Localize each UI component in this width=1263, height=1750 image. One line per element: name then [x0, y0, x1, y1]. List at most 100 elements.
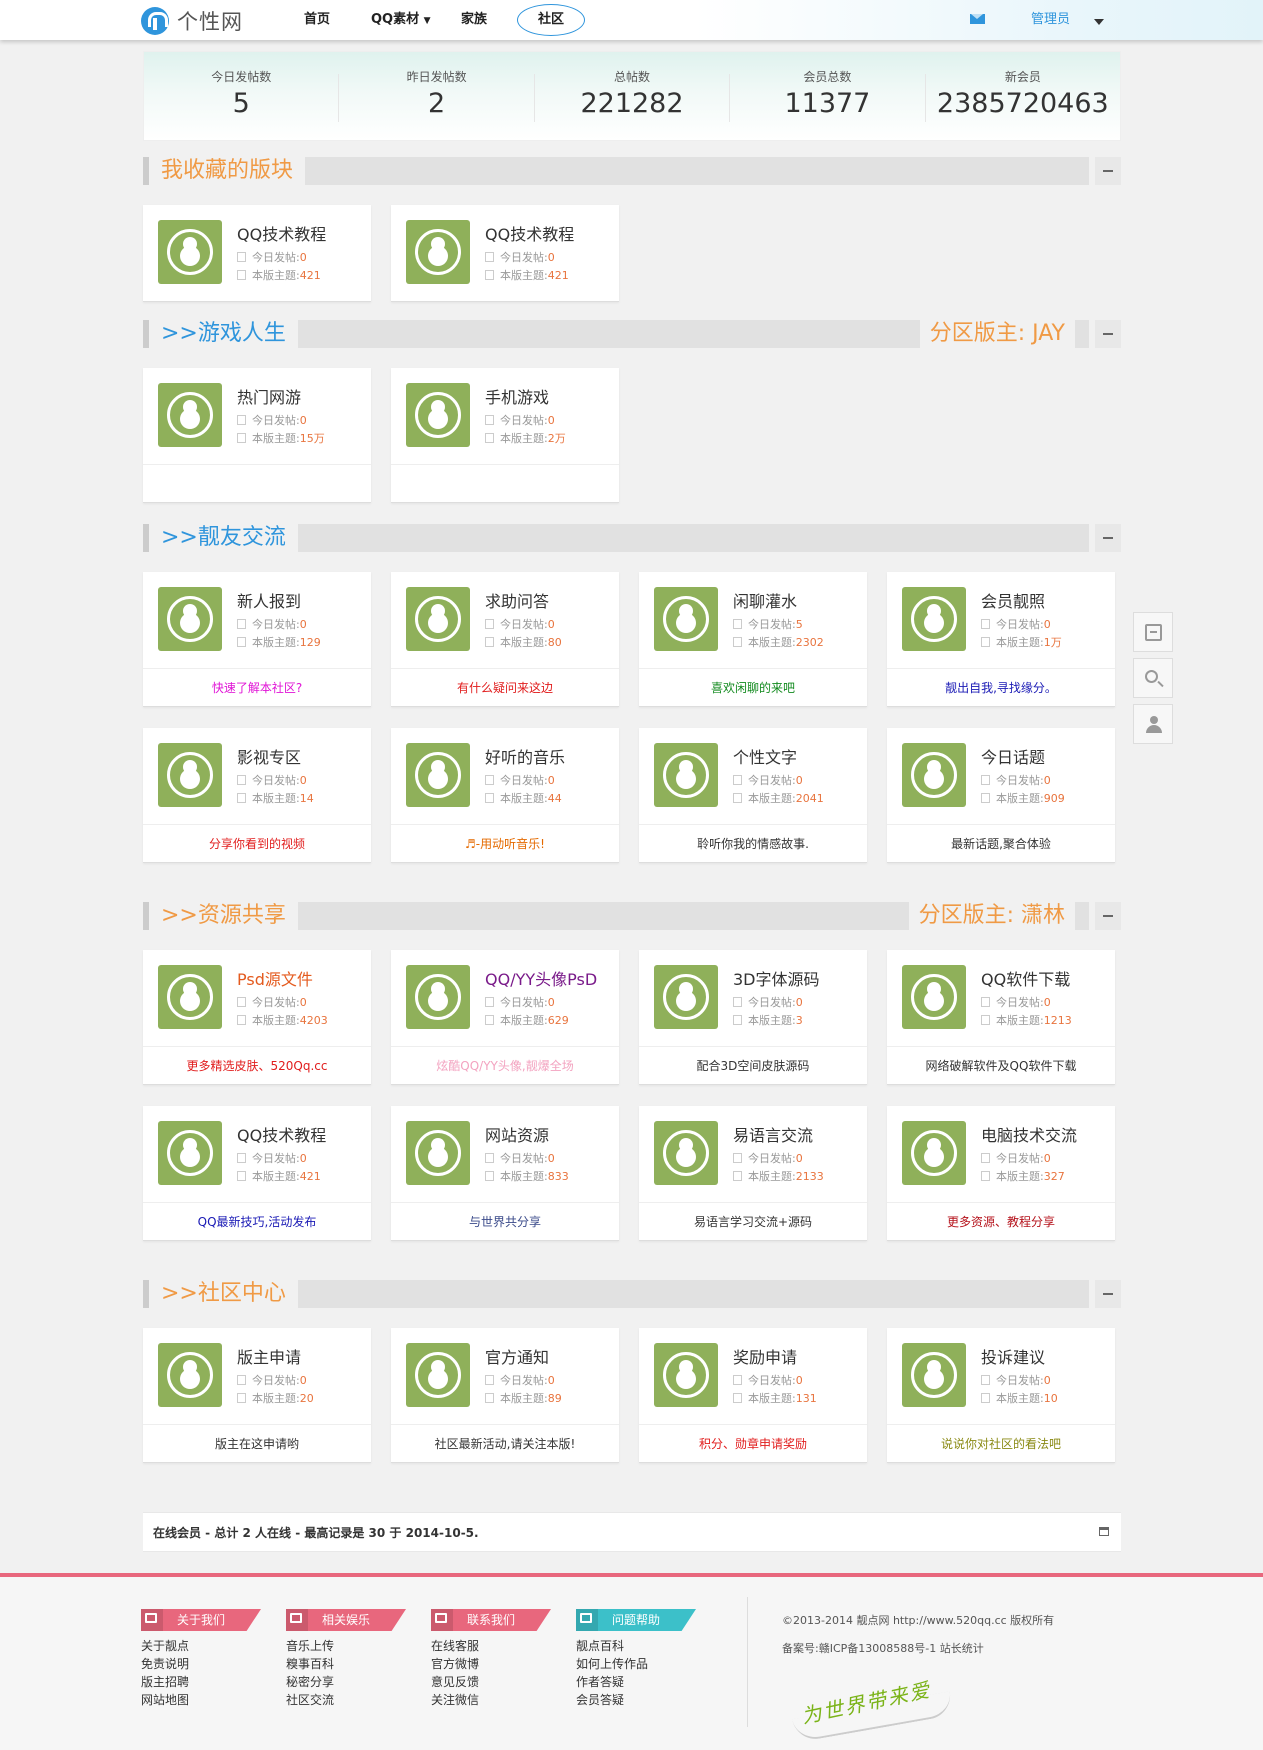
forum-description: 快速了解本社区? — [143, 668, 371, 706]
forum-name[interactable]: QQ软件下载 — [981, 966, 1070, 990]
forum-avatar-icon — [406, 220, 470, 284]
footer-link[interactable]: 糗事百科 — [286, 1655, 426, 1673]
stat-total-posts: 总帖数 221282 — [535, 70, 731, 122]
footer-link[interactable]: 社区交流 — [286, 1691, 426, 1709]
forum-card[interactable]: 影视专区 今日发帖:0 本版主题:14 分享你看到的视频 — [143, 728, 371, 863]
forum-name[interactable]: 今日话题 — [981, 744, 1045, 768]
footer-link[interactable]: 作者答疑 — [576, 1673, 716, 1691]
forum-card[interactable]: QQ技术教程 今日发帖:0 本版主题:421 — [143, 205, 371, 302]
section-moderator[interactable]: 分区版主: JAY — [919, 318, 1075, 350]
forum-name[interactable]: 求助问答 — [485, 588, 549, 612]
footer-link[interactable]: 关于靓点 — [141, 1637, 281, 1655]
forum-name[interactable]: 3D字体源码 — [733, 966, 820, 990]
forum-name[interactable]: 奖励申请 — [733, 1344, 797, 1368]
section-title[interactable]: >>靓友交流 — [149, 522, 298, 554]
forum-name[interactable]: QQ/YY头像PsD — [485, 966, 597, 990]
forum-description: 靓出自我,寻找缘分。 — [887, 668, 1115, 706]
forum-topic-count: 本版主题:421 — [485, 267, 569, 283]
section-title[interactable]: >>社区中心 — [149, 1278, 298, 1310]
forum-description: 网络破解软件及QQ软件下载 — [887, 1046, 1115, 1084]
document-icon — [733, 775, 742, 785]
forum-name[interactable]: 会员靓照 — [981, 588, 1045, 612]
forum-topic-count: 本版主题:2041 — [733, 790, 824, 806]
forum-card[interactable]: Psd源文件 今日发帖:0 本版主题:4203 更多精选皮肤、520Qq.cc — [143, 950, 371, 1085]
footer-link[interactable]: 意见反馈 — [431, 1673, 571, 1691]
footer-link[interactable]: 关注微信 — [431, 1691, 571, 1709]
icp-text[interactable]: 备案号:赣ICP备13008588号-1 站长统计 — [782, 1635, 1054, 1663]
side-search-button[interactable] — [1133, 658, 1173, 698]
user-name[interactable]: 管理员 — [1031, 0, 1070, 40]
section-moderator[interactable]: 分区版主: 潇林 — [908, 900, 1075, 932]
forum-card[interactable]: 今日话题 今日发帖:0 本版主题:909 最新话题,聚合体验 — [887, 728, 1115, 863]
forum-name[interactable]: 投诉建议 — [981, 1344, 1045, 1368]
stat-label: 总帖数 — [614, 70, 651, 84]
forum-name[interactable]: 好听的音乐 — [485, 744, 565, 768]
forum-name[interactable]: 易语言交流 — [733, 1122, 813, 1146]
forum-card[interactable]: 版主申请 今日发帖:0 本版主题:20 版主在这申请哟 — [143, 1328, 371, 1463]
forum-card[interactable]: 闲聊灌水 今日发帖:5 本版主题:2302 喜欢闲聊的来吧 — [639, 572, 867, 707]
footer-link[interactable]: 在线客服 — [431, 1637, 571, 1655]
side-user-button[interactable] — [1133, 704, 1173, 744]
forum-name[interactable]: 版主申请 — [237, 1344, 301, 1368]
forum-name[interactable]: QQ技术教程 — [485, 221, 574, 245]
forum-card[interactable]: QQ软件下载 今日发帖:0 本版主题:1213 网络破解软件及QQ软件下载 — [887, 950, 1115, 1085]
collapse-icon[interactable] — [1095, 1280, 1121, 1308]
forum-avatar-icon — [406, 743, 470, 807]
forum-card[interactable]: 易语言交流 今日发帖:0 本版主题:2133 易语言学习交流+源码 — [639, 1106, 867, 1241]
nav-qq-material[interactable]: QQ素材 ▼ — [371, 0, 431, 40]
forum-card[interactable]: 投诉建议 今日发帖:0 本版主题:10 说说你对社区的看法吧 — [887, 1328, 1115, 1463]
forum-name[interactable]: 网站资源 — [485, 1122, 549, 1146]
window-toggle-icon[interactable] — [1099, 1527, 1109, 1536]
nav-family[interactable]: 家族 — [461, 0, 487, 40]
forum-card[interactable]: QQ技术教程 今日发帖:0 本版主题:421 — [391, 205, 619, 302]
mail-icon[interactable] — [970, 14, 985, 24]
forum-name[interactable]: 手机游戏 — [485, 384, 549, 408]
nav-community[interactable]: 社区 — [517, 4, 585, 36]
forum-name[interactable]: 影视专区 — [237, 744, 301, 768]
forum-name[interactable]: QQ技术教程 — [237, 221, 326, 245]
forum-card[interactable]: 奖励申请 今日发帖:0 本版主题:131 积分、勋章申请奖励 — [639, 1328, 867, 1463]
stat-value[interactable]: 2385720463 — [926, 88, 1120, 119]
forum-card[interactable]: 新人报到 今日发帖:0 本版主题:129 快速了解本社区? — [143, 572, 371, 707]
side-calendar-button[interactable] — [1133, 612, 1173, 652]
footer-link[interactable]: 网站地图 — [141, 1691, 281, 1709]
forum-card[interactable]: QQ/YY头像PsD 今日发帖:0 本版主题:629 炫酷QQ/YY头像,靓爆全… — [391, 950, 619, 1085]
footer-link[interactable]: 靓点百科 — [576, 1637, 716, 1655]
footer-link[interactable]: 秘密分享 — [286, 1673, 426, 1691]
document-icon — [981, 619, 990, 629]
user-menu-caret-icon[interactable] — [1094, 19, 1104, 25]
forum-name[interactable]: Psd源文件 — [237, 966, 313, 990]
forum-name[interactable]: QQ技术教程 — [237, 1122, 326, 1146]
footer-link[interactable]: 免责说明 — [141, 1655, 281, 1673]
collapse-icon[interactable] — [1095, 320, 1121, 348]
forum-card[interactable]: 个性文字 今日发帖:0 本版主题:2041 聆听你我的情感故事. — [639, 728, 867, 863]
footer-link[interactable]: 如何上传作品 — [576, 1655, 716, 1673]
forum-card[interactable]: 求助问答 今日发帖:0 本版主题:80 有什么疑问来这边 — [391, 572, 619, 707]
nav-home[interactable]: 首页 — [304, 0, 330, 40]
forum-card[interactable]: 好听的音乐 今日发帖:0 本版主题:44 ♬-用动听音乐! — [391, 728, 619, 863]
collapse-icon[interactable] — [1095, 157, 1121, 185]
forum-card[interactable]: 手机游戏 今日发帖:0 本版主题:2万 — [391, 368, 619, 503]
forum-name[interactable]: 个性文字 — [733, 744, 797, 768]
site-logo[interactable]: 个性网 — [141, 6, 261, 36]
forum-card[interactable]: 网站资源 今日发帖:0 本版主题:833 与世界共分享 — [391, 1106, 619, 1241]
forum-name[interactable]: 官方通知 — [485, 1344, 549, 1368]
section-title[interactable]: >>游戏人生 — [149, 318, 298, 350]
forum-name[interactable]: 闲聊灌水 — [733, 588, 797, 612]
footer-link[interactable]: 官方微博 — [431, 1655, 571, 1673]
forum-card[interactable]: 会员靓照 今日发帖:0 本版主题:1万 靓出自我,寻找缘分。 — [887, 572, 1115, 707]
forum-card[interactable]: 电脑技术交流 今日发帖:0 本版主题:327 更多资源、教程分享 — [887, 1106, 1115, 1241]
forum-card[interactable]: 官方通知 今日发帖:0 本版主题:89 社区最新活动,请关注本版! — [391, 1328, 619, 1463]
section-title[interactable]: >>资源共享 — [149, 900, 298, 932]
forum-name[interactable]: 电脑技术交流 — [981, 1122, 1077, 1146]
forum-name[interactable]: 新人报到 — [237, 588, 301, 612]
collapse-icon[interactable] — [1095, 902, 1121, 930]
forum-name[interactable]: 热门网游 — [237, 384, 301, 408]
forum-card[interactable]: 3D字体源码 今日发帖:0 本版主题:3 配合3D空间皮肤源码 — [639, 950, 867, 1085]
footer-link[interactable]: 版主招聘 — [141, 1673, 281, 1691]
footer-link[interactable]: 会员答疑 — [576, 1691, 716, 1709]
forum-card[interactable]: QQ技术教程 今日发帖:0 本版主题:421 QQ最新技巧,活动发布 — [143, 1106, 371, 1241]
footer-link[interactable]: 音乐上传 — [286, 1637, 426, 1655]
forum-card[interactable]: 热门网游 今日发帖:0 本版主题:15万 — [143, 368, 371, 503]
collapse-icon[interactable] — [1095, 524, 1121, 552]
